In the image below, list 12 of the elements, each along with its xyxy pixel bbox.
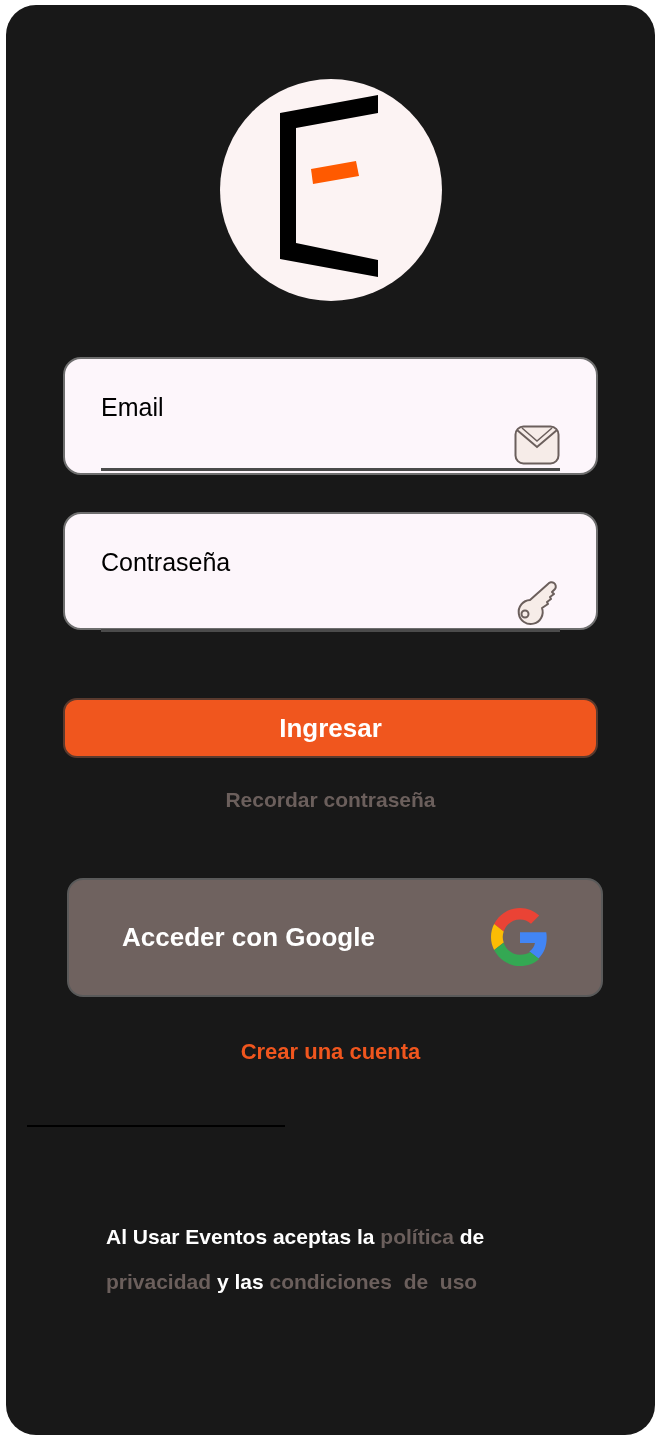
create-account-link[interactable]: Crear una cuenta xyxy=(240,1034,421,1068)
email-field[interactable]: Email xyxy=(63,357,598,475)
terms-link[interactable]: privacidad xyxy=(106,1269,212,1293)
forgot-password-link[interactable]: Recordar contraseña xyxy=(225,784,436,816)
terms-notice: Al Usar Eventos aceptas la política de privacidad y las condiciones de uso xyxy=(106,1223,486,1295)
password-field[interactable]: Contraseña xyxy=(63,512,598,630)
terms-link[interactable]: política xyxy=(380,1224,454,1248)
envelope-icon xyxy=(514,424,560,465)
google-g-icon xyxy=(491,908,549,966)
login-button[interactable]: Ingresar xyxy=(63,698,598,758)
terms-link[interactable]: condiciones de uso xyxy=(269,1269,478,1293)
google-sign-in-button[interactable]: Acceder con Google xyxy=(67,877,603,997)
